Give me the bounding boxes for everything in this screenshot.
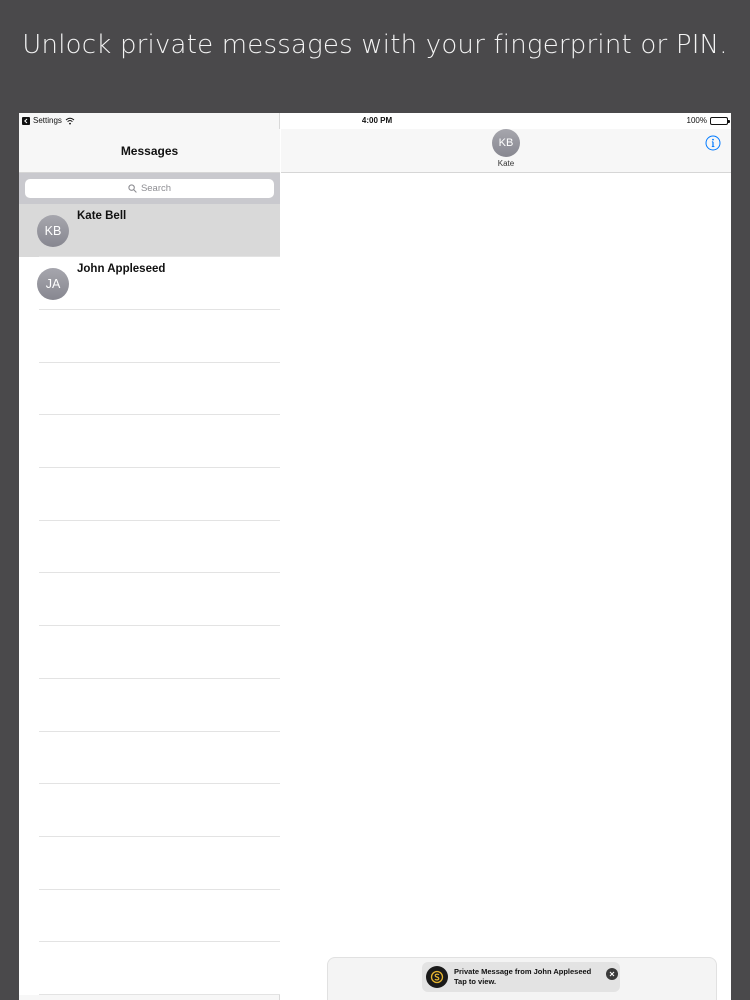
sidebar-title: Messages [19, 129, 280, 173]
empty-row [19, 784, 280, 837]
detail-header: KB Kate [281, 129, 731, 173]
conversation-name: Kate Bell [77, 210, 127, 222]
empty-row [19, 468, 280, 521]
conversation-item-john-appleseed[interactable]: JA John Appleseed [19, 257, 280, 310]
promo-headline: Unlock private messages with your finger… [22, 30, 728, 60]
search-placeholder: Search [140, 183, 172, 194]
empty-row [19, 731, 280, 785]
empty-row [19, 573, 280, 627]
empty-row [19, 626, 280, 679]
empty-row [19, 942, 280, 995]
status-time: 4:00 PM [361, 116, 393, 125]
search-input[interactable]: Search [25, 179, 274, 198]
conversation-item-kate-bell[interactable]: KB Kate Bell [19, 204, 280, 257]
notification-subtitle: Tap to view. [454, 977, 497, 986]
avatar: JA [37, 268, 69, 300]
notification-title: Private Message from John Appleseed [454, 967, 592, 976]
empty-row [19, 310, 280, 363]
back-arrow-icon [22, 116, 30, 125]
info-icon[interactable] [705, 135, 721, 151]
private-message-notification[interactable]: Private Message from John Appleseed Tap … [422, 962, 620, 992]
conversation-detail: KB Kate Private Message from John Apples… [281, 129, 731, 1000]
notification-area: Private Message from John Appleseed Tap … [327, 957, 717, 1000]
wifi-icon [65, 117, 75, 125]
notification-text: Private Message from John Appleseed Tap … [454, 967, 604, 987]
back-to-settings[interactable]: Settings [22, 116, 75, 125]
empty-row [19, 836, 280, 890]
empty-row [19, 415, 280, 469]
conversation-list: KB Kate Bell JA John Appleseed [19, 204, 280, 995]
back-label: Settings [33, 116, 62, 125]
battery-icon [710, 116, 730, 125]
close-icon[interactable] [606, 968, 618, 980]
messages-sidebar: Messages Search KB Kate Bell JA John App… [19, 113, 280, 1000]
contact-avatar[interactable]: KB [492, 129, 520, 157]
empty-row [19, 889, 280, 943]
empty-row [19, 678, 280, 732]
search-bar: Search [19, 173, 280, 204]
contact-name[interactable]: Kate [281, 159, 731, 168]
battery-percent: 100% [686, 116, 707, 125]
battery-indicator: 100% [686, 116, 730, 125]
avatar: KB [37, 215, 69, 247]
search-icon [128, 184, 137, 193]
ipad-screen: Messages Search KB Kate Bell JA John App… [19, 113, 731, 1000]
status-bar: Settings 4:00 PM 100% [19, 113, 731, 129]
app-logo-icon [426, 966, 448, 988]
empty-row [19, 520, 280, 574]
empty-row [19, 362, 280, 416]
conversation-name: John Appleseed [77, 263, 166, 275]
